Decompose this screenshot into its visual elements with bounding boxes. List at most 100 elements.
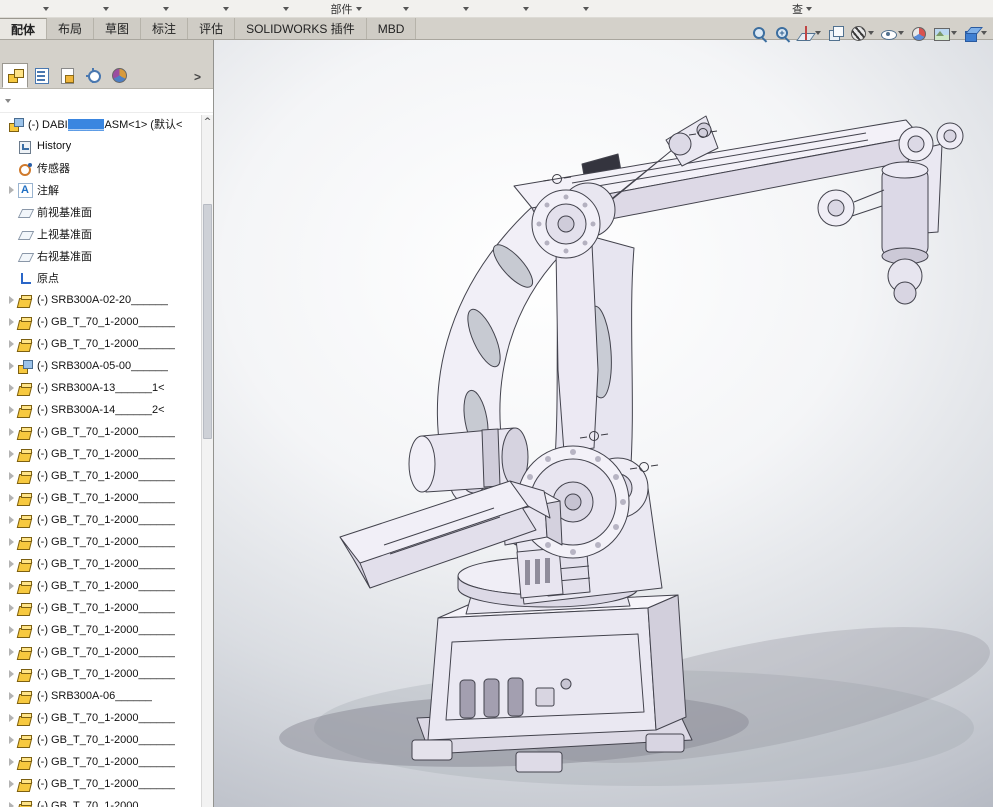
menu-item[interactable] [136, 0, 196, 17]
command-tab-label: MBD [378, 22, 405, 36]
tree-item[interactable]: (-) GB_T_70_1-2000______ [0, 531, 213, 553]
menu-item[interactable] [16, 0, 76, 17]
menu-item[interactable] [256, 0, 316, 17]
graphics-viewport-3d[interactable] [213, 40, 993, 807]
tree-root-assembly[interactable]: (-) DABI______ASM<1> (默认< [0, 113, 213, 135]
expand-arrow-icon[interactable] [5, 382, 17, 394]
zoom-area-button[interactable] [772, 22, 793, 44]
command-tab[interactable]: 配体 [0, 18, 47, 39]
tree-item[interactable]: 原点 [0, 267, 213, 289]
tree-item[interactable]: History [0, 135, 213, 157]
scrollbar-thumb[interactable] [203, 204, 212, 439]
tree-item[interactable]: 上视基准面 [0, 223, 213, 245]
hide-show-items-button[interactable] [878, 22, 906, 44]
view-settings-button[interactable] [961, 22, 989, 44]
tree-item[interactable]: (-) SRB300A-02-20______ [0, 289, 213, 311]
expand-arrow-icon[interactable] [5, 646, 17, 658]
menu-item[interactable] [376, 0, 436, 17]
part-icon [17, 535, 33, 550]
display-style-button[interactable] [848, 22, 876, 44]
expand-arrow-icon[interactable] [5, 602, 17, 614]
tree-item[interactable]: (-) GB_T_70_1-2000______ [0, 487, 213, 509]
tree-item[interactable]: (-) GB_T_70_1-2000______ [0, 333, 213, 355]
expand-arrow-icon[interactable] [5, 492, 17, 504]
menu-item[interactable] [556, 0, 616, 17]
expand-arrow-icon[interactable] [5, 558, 17, 570]
tree-item[interactable]: (-) GB_T_70_1-2000______ [0, 751, 213, 773]
tree-scrollbar[interactable]: ^ [201, 115, 213, 807]
tree-item[interactable]: 注解 [0, 179, 213, 201]
command-tab[interactable]: 评估 [188, 18, 235, 39]
edit-appearance-button[interactable] [908, 22, 929, 44]
command-tab[interactable]: 草图 [94, 18, 141, 39]
tree-item[interactable]: (-) GB_T_70_1-2000______ [0, 311, 213, 333]
tree-item[interactable]: (-) GB_T_70_1-2000______ [0, 619, 213, 641]
expand-arrow-icon[interactable] [5, 734, 17, 746]
expand-arrow-icon[interactable] [5, 624, 17, 636]
expand-arrow-icon[interactable] [5, 184, 17, 196]
expand-arrow-icon[interactable] [5, 690, 17, 702]
tree-item[interactable]: 右视基准面 [0, 245, 213, 267]
tree-item[interactable]: (-) GB_T_70_1-2000______ [0, 443, 213, 465]
menu-item[interactable] [76, 0, 136, 17]
expand-arrow-icon[interactable] [5, 580, 17, 592]
tree-item[interactable]: (-) SRB300A-05-00______ [0, 355, 213, 377]
tree-item[interactable]: (-) GB_T_70_1-2000______ [0, 729, 213, 751]
expand-arrow-icon[interactable] [5, 448, 17, 460]
menu-item[interactable] [496, 0, 556, 17]
expand-arrow-icon[interactable] [5, 800, 17, 807]
tree-item[interactable]: (-) GB_T_70_1-2000______ [0, 575, 213, 597]
expand-arrow-icon[interactable] [5, 316, 17, 328]
command-tab[interactable]: MBD [367, 18, 417, 39]
expand-arrow-icon[interactable] [5, 756, 17, 768]
menu-item[interactable] [196, 0, 256, 17]
expand-arrow-icon[interactable] [5, 426, 17, 438]
expand-arrow-icon[interactable] [5, 712, 17, 724]
command-tab[interactable]: 布局 [47, 18, 94, 39]
expand-arrow-icon[interactable] [5, 514, 17, 526]
tree-item[interactable]: (-) GB_T_70_1-2000 [0, 795, 213, 807]
command-tab[interactable]: 标注 [141, 18, 188, 39]
tree-item[interactable]: (-) GB_T_70_1-2000______ [0, 663, 213, 685]
expand-arrow-icon[interactable] [5, 536, 17, 548]
scroll-up-arrow[interactable]: ^ [202, 115, 213, 129]
tree-item[interactable]: 前视基准面 [0, 201, 213, 223]
menu-item[interactable]: 部件 [316, 0, 376, 17]
tree-item[interactable]: (-) SRB300A-06______ [0, 685, 213, 707]
displaymanager-tab[interactable] [106, 63, 132, 88]
expand-arrow-icon[interactable] [5, 338, 17, 350]
panel-collapse-chevron[interactable]: > [194, 70, 201, 84]
expand-arrow-icon[interactable] [5, 470, 17, 482]
configurationmanager-tab[interactable] [54, 63, 80, 88]
menu-item[interactable]: 查 [784, 0, 820, 17]
featuremanager-tab[interactable] [2, 63, 28, 88]
tree-item[interactable]: (-) GB_T_70_1-2000______ [0, 641, 213, 663]
tree-item[interactable]: (-) SRB300A-13______1< [0, 377, 213, 399]
tree-item[interactable]: (-) SRB300A-14______2< [0, 399, 213, 421]
expand-arrow-icon[interactable] [5, 778, 17, 790]
dimxpertmanager-tab[interactable] [80, 63, 106, 88]
zoom-fit-button[interactable] [749, 22, 770, 44]
tree-filter-row[interactable] [0, 89, 213, 113]
expand-arrow-icon[interactable] [5, 360, 17, 372]
tree-item[interactable]: (-) GB_T_70_1-2000______ [0, 421, 213, 443]
tree-item[interactable]: (-) GB_T_70_1-2000______ [0, 707, 213, 729]
tree-item-label: (-) SRB300A-13______1< [37, 382, 165, 394]
view-orientation-button[interactable] [825, 22, 846, 44]
tree-item[interactable]: (-) GB_T_70_1-2000______ [0, 553, 213, 575]
tree-item[interactable]: (-) GB_T_70_1-2000______ [0, 597, 213, 619]
tree-item[interactable]: (-) GB_T_70_1-2000______ [0, 773, 213, 795]
command-tab[interactable]: SOLIDWORKS 插件 [235, 18, 367, 39]
dropdown-caret-icon [898, 31, 904, 35]
part-icon [17, 447, 33, 462]
tree-item[interactable]: (-) GB_T_70_1-2000______ [0, 509, 213, 531]
section-view-button[interactable] [795, 22, 823, 44]
apply-scene-button[interactable] [931, 22, 959, 44]
propertymanager-tab[interactable] [28, 63, 54, 88]
expand-arrow-icon[interactable] [5, 294, 17, 306]
tree-item[interactable]: (-) GB_T_70_1-2000______ [0, 465, 213, 487]
menu-item[interactable] [436, 0, 496, 17]
tree-item[interactable]: 传感器 [0, 157, 213, 179]
expand-arrow-icon[interactable] [5, 404, 17, 416]
expand-arrow-icon[interactable] [5, 668, 17, 680]
